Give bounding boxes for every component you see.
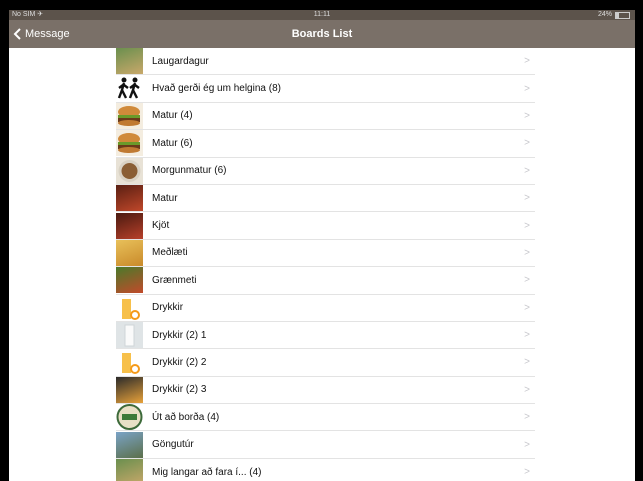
- board-label: Morgunmatur (6): [152, 165, 227, 177]
- restaurant-badge-icon: [116, 404, 143, 431]
- board-label: Matur (6): [152, 137, 193, 149]
- page-title: Boards List: [291, 28, 353, 40]
- board-row[interactable]: Grænmeti >: [116, 267, 535, 295]
- board-label: Drykkir (2) 2: [152, 356, 207, 368]
- board-label: Drykkir (2) 3: [152, 384, 207, 396]
- board-label: Grænmeti: [152, 274, 197, 286]
- chevron-right-icon: >: [524, 439, 530, 451]
- board-label: Út að borða (4): [152, 411, 220, 423]
- board-row[interactable]: Matur >: [116, 185, 535, 213]
- grill-food-icon: [116, 185, 143, 212]
- boards-list: Laugardagur > Hvað gerði ég um helgina (8)…: [116, 48, 535, 481]
- board-row[interactable]: Drykkir (2) 3 >: [116, 376, 535, 405]
- chevron-right-icon: >: [524, 110, 530, 122]
- app-window: No SIM ✈ 11:11 24% Message Boards List L…: [9, 10, 635, 481]
- chevron-right-icon: >: [524, 274, 530, 286]
- board-row[interactable]: Matur (4) >: [116, 102, 535, 131]
- landscape-icon: [116, 431, 143, 458]
- chevron-right-icon: >: [524, 192, 530, 204]
- battery-indicator: 24%: [598, 10, 630, 20]
- burger-icon: [116, 130, 143, 157]
- outdoor-scene-icon: [116, 48, 143, 75]
- burger-icon: [116, 102, 143, 129]
- coffee-icon: [116, 376, 143, 403]
- battery-icon: [615, 11, 630, 19]
- board-label: Drykkir: [152, 302, 184, 314]
- chevron-right-icon: >: [524, 356, 530, 368]
- board-row[interactable]: Laugardagur >: [116, 48, 535, 76]
- chevron-right-icon: >: [524, 302, 530, 314]
- board-row[interactable]: Göngutúr >: [116, 431, 535, 459]
- chevron-right-icon: >: [524, 329, 530, 341]
- clock: 11:11: [313, 11, 331, 18]
- board-label: Göngutúr: [152, 439, 194, 451]
- walking-people-icon: [116, 75, 143, 102]
- chevron-right-icon: >: [524, 411, 530, 423]
- navigation-bar: Message Boards List: [9, 20, 635, 48]
- board-row[interactable]: Mig langar að fara í... (4) >: [116, 459, 535, 481]
- board-label: Matur (4): [152, 110, 193, 122]
- board-label: Laugardagur: [152, 55, 209, 67]
- board-row[interactable]: Matur (6) >: [116, 130, 535, 158]
- meat-icon: [116, 212, 143, 239]
- cereal-bowl-icon: [116, 157, 143, 184]
- chevron-right-icon: >: [524, 137, 530, 149]
- board-label: Mig langar að fara í... (4): [152, 466, 262, 478]
- board-label: Drykkir (2) 1: [152, 329, 207, 341]
- board-label: Matur: [152, 192, 178, 204]
- juice-glass-icon: [116, 294, 143, 321]
- chevron-right-icon: >: [524, 55, 530, 67]
- board-label: Hvað gerði ég um helgina (8): [152, 83, 281, 95]
- board-row[interactable]: Út að borða (4) >: [116, 404, 535, 432]
- board-label: Meðlæti: [152, 247, 188, 259]
- vegetables-icon: [116, 267, 143, 294]
- board-row[interactable]: Morgunmatur (6) >: [116, 157, 535, 185]
- board-row[interactable]: Meðlæti >: [116, 239, 535, 268]
- chevron-right-icon: >: [524, 83, 530, 95]
- milk-glass-icon: [116, 322, 143, 349]
- fries-icon: [116, 239, 143, 266]
- chevron-right-icon: >: [524, 247, 530, 259]
- chevron-right-icon: >: [524, 384, 530, 396]
- outdoor-scene-icon: [116, 459, 143, 481]
- board-label: Kjöt: [152, 220, 170, 232]
- chevron-right-icon: >: [524, 466, 530, 478]
- battery-percent: 24%: [597, 11, 612, 18]
- chevron-right-icon: >: [524, 165, 530, 177]
- status-bar: No SIM ✈ 11:11 24%: [9, 10, 635, 20]
- board-row[interactable]: Drykkir (2) 1 >: [116, 322, 535, 350]
- chevron-right-icon: >: [524, 220, 530, 232]
- board-row[interactable]: Drykkir >: [116, 294, 535, 322]
- board-row[interactable]: Hvað gerði ég um helgina (8) >: [116, 75, 535, 103]
- board-row[interactable]: Kjöt >: [116, 212, 535, 240]
- juice-glass-icon: [116, 349, 143, 376]
- board-row[interactable]: Drykkir (2) 2 >: [116, 349, 535, 377]
